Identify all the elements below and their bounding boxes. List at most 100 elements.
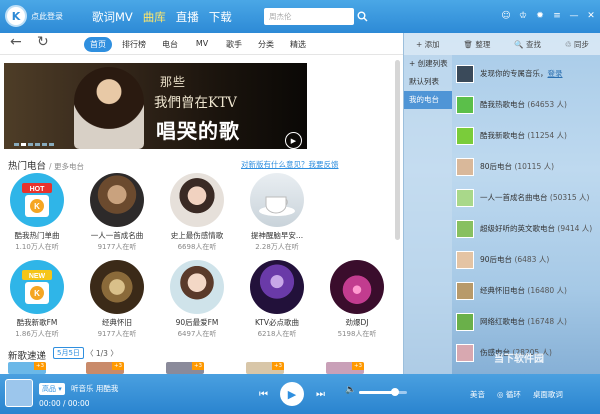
list-item[interactable]: 网络红歌电台 (16748 人) bbox=[456, 306, 600, 337]
nav-live[interactable]: 直播 bbox=[176, 9, 199, 25]
radio-card[interactable]: NEW K 酷我新歌FM 1.86万人在听 bbox=[2, 260, 72, 339]
radio-name: 史上最伤感情歌 bbox=[170, 231, 224, 240]
list-item[interactable]: 超级好听的英文歌电台 (9414 人) bbox=[456, 213, 600, 244]
station-name: 网络红歌电台 bbox=[480, 317, 525, 326]
station-thumb bbox=[456, 250, 474, 269]
refresh-icon[interactable]: ↻ bbox=[37, 34, 49, 50]
radio-listeners: 6698人在听 bbox=[177, 243, 217, 251]
radio-card[interactable]: 经典怀旧 9177人在听 bbox=[82, 260, 152, 339]
radio-card[interactable]: 90后最爱FM 6497人在听 bbox=[162, 260, 232, 339]
close-icon[interactable]: ✕ bbox=[586, 10, 596, 22]
list-item[interactable]: 一人一首成名曲电台 (50315 人) bbox=[456, 182, 600, 213]
prev-icon[interactable]: ⏮ bbox=[259, 389, 268, 400]
new-song-thumb[interactable]: +3 bbox=[8, 362, 46, 374]
radio-cover-singer bbox=[170, 173, 224, 227]
banner-dot[interactable] bbox=[35, 143, 40, 146]
radio-card[interactable]: 一人一首成名曲 9177人在听 bbox=[82, 173, 152, 252]
new-song-thumb[interactable]: +3 bbox=[246, 362, 284, 374]
banner-line2: 我們曾在KTV bbox=[154, 95, 237, 111]
tab-featured[interactable]: 精选 bbox=[284, 37, 312, 52]
tab-radio[interactable]: 电台 bbox=[156, 37, 184, 52]
nav-download[interactable]: 下载 bbox=[209, 9, 232, 25]
radio-card[interactable]: HOT K 酷我热门单曲 1.10万人在听 bbox=[2, 173, 72, 252]
organize-button[interactable]: 🗑 整理 bbox=[464, 39, 491, 50]
sound-effect-button[interactable]: 美音 bbox=[470, 389, 485, 400]
play-icon[interactable]: ▶ bbox=[280, 382, 304, 406]
skin-icon[interactable]: ☺ bbox=[501, 10, 511, 22]
volume-icon[interactable]: 🔈 bbox=[345, 385, 356, 395]
main-scrollbar[interactable] bbox=[395, 60, 400, 240]
playlist-nav: + 创建列表 默认列表 我的电台 bbox=[404, 55, 452, 374]
default-list-item[interactable]: 默认列表 bbox=[404, 73, 452, 91]
radio-card[interactable]: 提神醒脑早安... 2.28万人在听 bbox=[242, 173, 312, 252]
banner-dot[interactable] bbox=[14, 143, 19, 146]
next-icon[interactable]: ⏭ bbox=[316, 389, 325, 400]
list-item[interactable]: 酷我新歌电台 (11254 人) bbox=[456, 120, 600, 151]
banner-play-icon[interactable]: ▶ bbox=[285, 132, 302, 149]
new-song-thumb[interactable]: +3 bbox=[86, 362, 124, 374]
radio-cover-hot: HOT K bbox=[10, 173, 64, 227]
tab-charts[interactable]: 排行榜 bbox=[116, 37, 152, 52]
watermark-text: 当下软件园 bbox=[494, 354, 544, 365]
station-thumb bbox=[456, 157, 474, 176]
banner[interactable]: 那些 我們曾在KTV 唱哭的歌 ▶ bbox=[4, 63, 307, 149]
desktop-lyrics-button[interactable]: 桌面歌词 bbox=[533, 389, 563, 400]
new-songs-pager[interactable]: 〈 1/3 〉 bbox=[86, 348, 118, 359]
login-link[interactable]: 登录 bbox=[548, 69, 563, 78]
radio-card[interactable]: 史上最伤感情歌 6698人在听 bbox=[162, 173, 232, 252]
banner-dot[interactable] bbox=[21, 143, 26, 146]
volume-knob[interactable] bbox=[391, 388, 399, 396]
more-radio-link[interactable]: / 更多电台 bbox=[49, 162, 84, 171]
quality-selector[interactable]: 高品 ▾ bbox=[39, 383, 65, 395]
tab-singers[interactable]: 歌手 bbox=[220, 37, 248, 52]
list-item[interactable]: 发现你的专属音乐，登录 bbox=[456, 58, 600, 89]
new-song-thumb[interactable]: +3 bbox=[326, 362, 364, 374]
login-link[interactable]: 点此登录 bbox=[31, 11, 63, 22]
my-radio-item[interactable]: 我的电台 bbox=[404, 91, 452, 109]
radio-card[interactable]: KTV必点歌曲 6218人在听 bbox=[242, 260, 312, 339]
volume-slider[interactable] bbox=[359, 388, 407, 396]
list-item[interactable]: 酷我热歌电台 (64653 人) bbox=[456, 89, 600, 120]
svg-text:K: K bbox=[34, 289, 40, 298]
new-song-thumb[interactable]: +3 bbox=[166, 362, 204, 374]
banner-dot[interactable] bbox=[42, 143, 47, 146]
kuwo-logo-icon[interactable]: K bbox=[5, 5, 27, 27]
search-input[interactable]: 周杰伦 bbox=[264, 8, 354, 25]
nav-lyrics-mv[interactable]: 歌词MV bbox=[92, 9, 133, 25]
tab-mv[interactable]: MV bbox=[188, 37, 216, 52]
svg-text:HOT: HOT bbox=[30, 186, 46, 193]
station-thumb bbox=[456, 126, 474, 145]
avatar bbox=[456, 64, 474, 83]
station-count: (9414 人) bbox=[557, 224, 593, 233]
tab-home[interactable]: 首页 bbox=[84, 37, 112, 52]
now-playing-cover[interactable] bbox=[5, 379, 33, 407]
radio-name: KTV必点歌曲 bbox=[254, 318, 300, 327]
minimize-icon[interactable]: — bbox=[569, 10, 579, 22]
banner-singer-image bbox=[74, 67, 144, 149]
banner-dot[interactable] bbox=[28, 143, 33, 146]
list-item[interactable]: 90后电台 (6483 人) bbox=[456, 244, 600, 275]
discover-text: 发现你的专属音乐， bbox=[480, 69, 548, 78]
list-item[interactable]: 80后电台 (10115 人) bbox=[456, 151, 600, 182]
loop-mode-button[interactable]: ◎ 循环 bbox=[497, 389, 521, 400]
radio-card[interactable]: 劲爆DJ 5198人在听 bbox=[322, 260, 392, 339]
nav-library[interactable]: 曲库 bbox=[143, 9, 166, 25]
list-item[interactable]: 经典怀旧电台 (16480 人) bbox=[456, 275, 600, 306]
svg-text:NEW: NEW bbox=[29, 273, 46, 280]
add-button[interactable]: + 添加 bbox=[416, 39, 440, 50]
menu-icon[interactable]: ≡ bbox=[552, 10, 562, 22]
back-arrow-icon[interactable]: ← bbox=[10, 34, 22, 50]
tab-categories[interactable]: 分类 bbox=[252, 37, 280, 52]
shirt-icon[interactable]: ♔ bbox=[518, 10, 528, 22]
feedback-link[interactable]: 对新版有什么意见？我要反馈 bbox=[241, 159, 339, 170]
gear-icon[interactable]: ✹ bbox=[535, 10, 545, 22]
search-icon[interactable] bbox=[354, 8, 371, 25]
main-nav: 歌词MV 曲库 直播 下载 bbox=[92, 9, 232, 25]
create-list-button[interactable]: + 创建列表 bbox=[404, 55, 452, 73]
hot-radio-title: 热门电台 bbox=[8, 161, 47, 172]
radio-listeners: 6218人在听 bbox=[257, 330, 297, 338]
banner-dot[interactable] bbox=[49, 143, 54, 146]
sync-button[interactable]: ♲ 同步 bbox=[565, 39, 589, 50]
new-badge: +3 bbox=[34, 362, 46, 370]
find-button[interactable]: 🔍 查找 bbox=[514, 39, 541, 50]
